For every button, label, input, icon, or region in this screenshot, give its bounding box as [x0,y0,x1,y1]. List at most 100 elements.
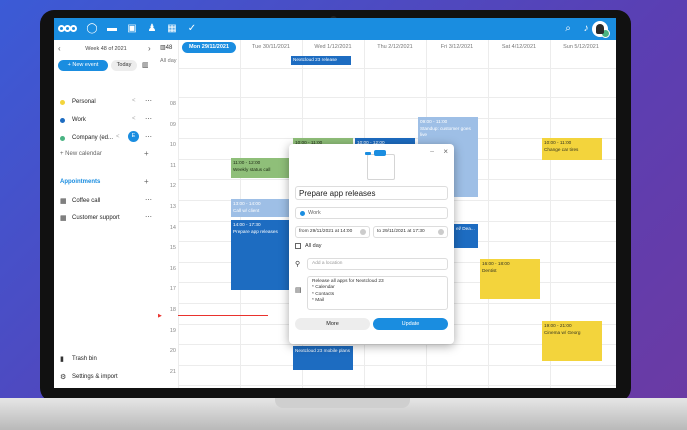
shared-user-avatar[interactable]: E [128,131,139,142]
calendar-grid: ▥48 All day Mon 29/11/2021 Tue 30/11/2021… [158,40,616,388]
column-divider [178,40,179,388]
hour-label: 15 [169,245,176,252]
hour-label: 13 [169,204,176,210]
hour-label: 19 [169,327,176,334]
appointment-coffee-call[interactable]: ▦ Coffee call ⋯ [54,195,158,209]
event-dentist[interactable]: 16:00 - 18:00 Dentist [480,259,540,299]
settings-link[interactable]: ⚙ Settings & import [54,371,158,385]
calendar-color-dot [60,136,65,141]
update-button[interactable]: Update [373,318,448,330]
new-calendar-link[interactable]: + New calendar [60,151,102,157]
calendar-color-dot [300,211,305,216]
more-icon[interactable]: ⋯ [145,115,152,123]
hour-line [178,385,616,387]
add-icon[interactable]: + [144,149,149,158]
event-thursday-partial[interactable]: el/ Dea... [454,224,478,248]
all-day-checkbox[interactable]: All day [295,242,395,252]
calendar-item-work[interactable]: Work < ⋯ [54,114,158,128]
calendar-item-personal[interactable]: Personal < ⋯ [54,96,158,110]
new-event-button[interactable]: + New event [58,60,108,71]
event-call-client[interactable]: 13:00 - 14:00 Call w/ client [231,199,290,217]
share-icon[interactable]: < [116,134,120,140]
more-icon[interactable]: ⋯ [145,133,152,141]
day-header-6[interactable]: Sat 4/12/2021 [492,42,546,53]
minimize-icon[interactable]: – [430,148,434,155]
week-label[interactable]: Week 48 of 2021 [76,46,136,52]
clock-icon [360,229,366,235]
event-editor-popup: – × Prepare app releases Work from 29/11… [289,144,454,344]
all-day-label: All day [160,58,177,64]
calendar-icon: ▦ [60,198,67,205]
calendar-select[interactable]: Work [295,207,448,219]
hour-label: 09 [169,121,176,128]
hour-label: 14 [169,224,176,231]
hour-line [178,97,616,98]
more-icon[interactable]: ⋯ [145,196,152,204]
next-week-icon[interactable]: › [148,44,151,53]
appointment-customer-support[interactable]: ▦ Customer support ⋯ [54,212,158,226]
calendar-label: Personal [72,99,96,105]
today-button[interactable]: Today [111,60,137,71]
event-cinema[interactable]: 19:00 - 21:00 Cinema w/ Georg [542,321,602,361]
clipboard-illustration-icon [361,148,399,182]
laptop-notch [275,398,410,408]
event-title-input[interactable]: Prepare app releases [295,186,448,200]
hour-line [178,117,616,119]
end-datetime-value: to 29/11/2021 at 17:30 [377,229,425,234]
description-line: * Mail [312,298,324,304]
files-icon[interactable]: ▬ [106,23,118,35]
notifications-icon[interactable]: ♪ [580,23,592,35]
start-datetime-value: from 29/11/2021 at 14:00 [299,229,353,234]
top-bar: ◯ ▬ ▣ ♟ ▦ ✓ ⌕ ♪ [54,18,616,40]
share-icon[interactable]: < [132,116,136,122]
all-day-event[interactable]: Nextcloud 23 release [291,56,351,65]
trash-bin-link[interactable]: ▮ Trash bin [54,353,158,367]
day-header-5[interactable]: Fri 3/12/2021 [430,42,484,53]
hour-label: 11 [170,162,176,169]
description-textarea[interactable]: Release all apps for Nextcloud 23 * Cale… [307,276,448,310]
close-icon[interactable]: × [443,147,448,156]
calendar-color-dot [60,100,65,105]
dashboard-icon[interactable]: ◯ [86,23,98,35]
more-icon[interactable]: ⋯ [145,213,152,221]
day-header-7[interactable]: Sun 5/12/2021 [554,42,608,53]
week-navigation: ‹ Week 48 of 2021 › [58,44,154,55]
start-datetime-field[interactable]: from 29/11/2021 at 14:00 [295,226,370,238]
photos-icon[interactable]: ▣ [126,23,138,35]
more-button[interactable]: More [295,318,370,330]
day-header-4[interactable]: Thu 2/12/2021 [368,42,422,53]
contacts-icon[interactable]: ♟ [146,23,158,35]
user-avatar[interactable] [592,21,610,38]
nextcloud-logo[interactable] [58,24,77,34]
appointment-label: Customer support [72,215,120,221]
trash-icon: ▮ [60,356,64,363]
screen: ◯ ▬ ▣ ♟ ▦ ✓ ⌕ ♪ ‹ Week 48 of 2021 › + Ne… [54,18,616,388]
prev-week-icon[interactable]: ‹ [58,44,61,53]
day-header-3[interactable]: Wed 1/12/2021 [306,42,360,53]
trash-label: Trash bin [72,356,97,362]
add-appointment-icon[interactable]: + [144,177,149,186]
day-header-1[interactable]: Mon 29/11/2021 [182,42,236,53]
calendar-icon[interactable]: ▦ [166,23,178,35]
event-mobile-plans[interactable]: Nextcloud 23 mobile plans [293,346,353,370]
location-input[interactable]: Add a location [307,258,448,270]
settings-label: Settings & import [72,374,118,380]
hour-line [178,364,616,366]
end-datetime-field[interactable]: to 29/11/2021 at 17:30 [373,226,448,238]
calendar-item-company[interactable]: Company (ed... < E ⋯ [54,131,158,146]
status-dot [601,29,610,38]
checkbox-box[interactable] [295,243,301,249]
view-grid-icon[interactable]: ▥ [142,62,150,69]
day-header-2[interactable]: Tue 30/11/2021 [244,42,298,53]
event-weekly-status[interactable]: 11:00 - 12:00 Weekly status call [231,158,290,178]
search-icon[interactable]: ⌕ [562,23,574,35]
share-icon[interactable]: < [132,98,136,104]
event-change-tires[interactable]: 10:00 - 11:00 Change car tires [542,138,602,160]
appointments-header: Appointments [60,179,101,185]
event-prepare-releases[interactable]: 14:00 - 17:30 Prepare app releases [231,220,290,290]
more-icon[interactable]: ⋯ [145,97,152,105]
hour-label: 20 [169,348,176,355]
description-icon: ▤ [295,287,302,294]
sidebar: ‹ Week 48 of 2021 › + New event Today ▥ … [54,40,159,388]
tasks-icon[interactable]: ✓ [186,23,198,35]
